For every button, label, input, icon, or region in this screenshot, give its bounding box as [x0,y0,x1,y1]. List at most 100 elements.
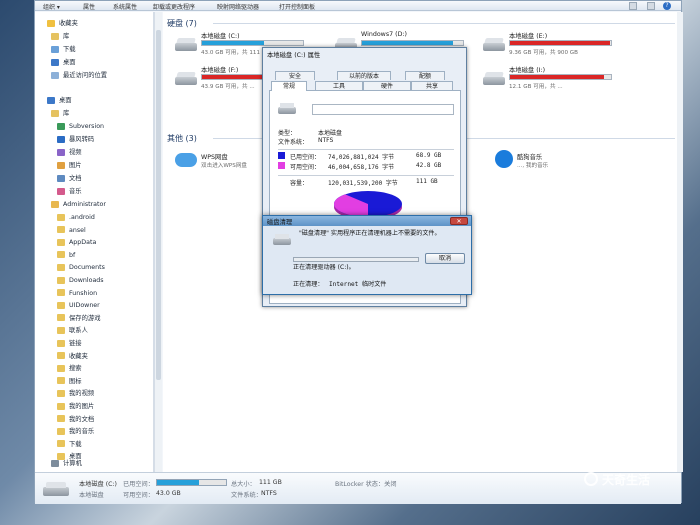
volume-label-input[interactable] [312,104,454,115]
tab-hardware[interactable]: 硬件 [363,81,411,90]
drive-item[interactable]: 本地磁盘 (E:) 9.36 GB 可用，共 900 GB [481,31,621,61]
help-icon[interactable]: ? [663,2,671,10]
cleaning-value: Internet 临时文件 [329,281,387,288]
nav-favorites[interactable]: 收藏夹 [47,18,78,29]
preview-pane-icon[interactable] [647,2,655,10]
nav-admin-item-label: .android [69,214,95,221]
status-usage-bar [156,479,227,486]
drive-name: 本地磁盘 (F:) [201,67,239,74]
type-label: 类型： [278,130,297,137]
drive-name: Windows7 (D:) [361,31,407,38]
nav-admin-item[interactable]: Downloads [57,275,104,286]
nav-admin-item[interactable]: 桌面 [57,451,82,462]
drive-usage-bar [361,40,464,46]
map-network-drive-button[interactable]: 映射网络驱动器 [217,2,259,11]
nav-desktop[interactable]: 桌面 [47,95,72,106]
library-icon [51,32,59,40]
drive-item[interactable]: 本地磁盘 (I:) 12.1 GB 可用，共 ... [481,65,621,95]
organize-menu[interactable]: 组织 ▾ [43,2,60,11]
kugou-music-item[interactable]: 酷狗音乐 ..., 我的音乐 [489,150,629,180]
nav-admin-item-label: 我的视频 [69,390,95,398]
tab-previous-versions[interactable]: 以前的版本 [337,71,391,80]
folder-icon [57,289,65,297]
nav-admin-item[interactable]: ansel [57,225,86,236]
tab-security[interactable]: 安全 [275,71,315,80]
view-options-icon[interactable] [629,2,637,10]
tab-tools[interactable]: 工具 [315,81,363,90]
cloud-icon [175,153,197,167]
drive-icon [278,103,296,115]
nav-library-item-label: 文档 [69,175,82,182]
status-total-value: 111 GB [259,479,282,486]
folder-icon [57,251,65,259]
status-bitlocker: BitLocker 状态：关闭 [335,481,397,488]
folder-icon [57,352,65,360]
cleanup-cancel-button[interactable]: 取消 [425,253,465,264]
library-item-icon [57,174,65,182]
nav-admin-item[interactable]: UIDowner [57,300,100,311]
folder-icon [57,339,65,347]
nav-admin-item-label: Documents [69,264,105,272]
tab-general[interactable]: 常规 [271,81,307,91]
nav-admin-item[interactable]: AppData [57,237,96,248]
nav-admin-item[interactable]: 我的视频 [57,388,94,399]
nav-fav-item[interactable]: 下载 [51,44,76,55]
nav-library-item-label: Subversion [69,123,105,130]
nav-admin-item[interactable]: 下载 [57,439,82,450]
nav-admin-item[interactable]: 联系人 [57,325,88,336]
nav-admin-item[interactable]: 保存的游戏 [57,313,100,324]
nav-admin-item[interactable]: 链接 [57,338,82,349]
folder-icon [57,440,65,448]
fs-label: 文件系统： [278,139,309,146]
nav-admin-item[interactable]: 我的音乐 [57,426,94,437]
nav-scrollbar-thumb[interactable] [156,30,161,380]
nav-library-item[interactable]: 音乐 [57,186,82,197]
nav-library-item[interactable]: Subversion [57,121,104,132]
nav-admin-item[interactable]: Funshion [57,288,97,299]
nav-scrollbar[interactable] [154,12,162,472]
folder-icon [57,263,65,271]
tab-sharing[interactable]: 共享 [411,81,453,90]
folder-icon [57,402,65,410]
properties-button[interactable]: 属性 [83,2,95,11]
tab-quota[interactable]: 配额 [405,71,445,80]
nav-admin-item[interactable]: Documents [57,262,105,273]
disk-cleanup-titlebar[interactable]: 磁盘清理 ✕ [263,216,471,226]
nav-library-item[interactable]: 视频 [57,147,82,158]
nav-admin-item[interactable]: bf [57,250,75,261]
uninstall-program-button[interactable]: 卸载或更改程序 [153,2,195,11]
nav-admin-item-label: 下载 [69,440,82,448]
folder-icon [57,377,65,385]
status-drive-name: 本地磁盘 (C:) [79,481,117,488]
folder-icon [57,276,65,284]
drive-usage-fill [202,41,264,45]
nav-admin-item[interactable]: .android [57,212,95,223]
content-scrollbar[interactable] [677,12,683,472]
close-button[interactable]: ✕ [450,217,468,225]
nav-library-item[interactable]: 暴风转码 [57,134,94,145]
nav-libraries-label: 库 [63,110,70,117]
nav-library-item[interactable]: 图片 [57,160,82,171]
used-space-bytes: 74,026,881,024 字节 [328,154,395,161]
nav-admin-item[interactable]: 我的文档 [57,414,94,425]
nav-library-item[interactable]: 文档 [57,173,82,184]
nav-admin-item-label: 我的文档 [69,415,95,423]
nav-fav-item[interactable]: 桌面 [51,57,76,68]
nav-admin-item[interactable]: 图标 [57,376,82,387]
folder-icon [57,389,65,397]
nav-admin-item[interactable]: 搜索 [57,363,82,374]
nav-fav-item[interactable]: 库 [51,31,69,42]
nav-fav-item[interactable]: 最近访问的位置 [51,70,107,81]
star-icon [47,19,55,27]
open-control-panel-button[interactable]: 打开控制面板 [279,2,315,11]
user-folder-icon [51,200,59,208]
nav-favorites-label: 收藏夹 [59,20,78,27]
nav-libraries[interactable]: 库 [51,108,69,119]
kugou-music-subtitle: ..., 我的音乐 [517,163,549,169]
nav-admin-item[interactable]: 我的图片 [57,401,94,412]
system-properties-button[interactable]: 系统属性 [113,2,137,11]
nav-admin-item[interactable]: 收藏夹 [57,351,88,362]
nav-administrator[interactable]: Administrator [51,199,106,210]
group-header-hdd[interactable]: 硬盘 (7) [167,18,197,29]
group-header-other[interactable]: 其他 (3) [167,133,197,144]
